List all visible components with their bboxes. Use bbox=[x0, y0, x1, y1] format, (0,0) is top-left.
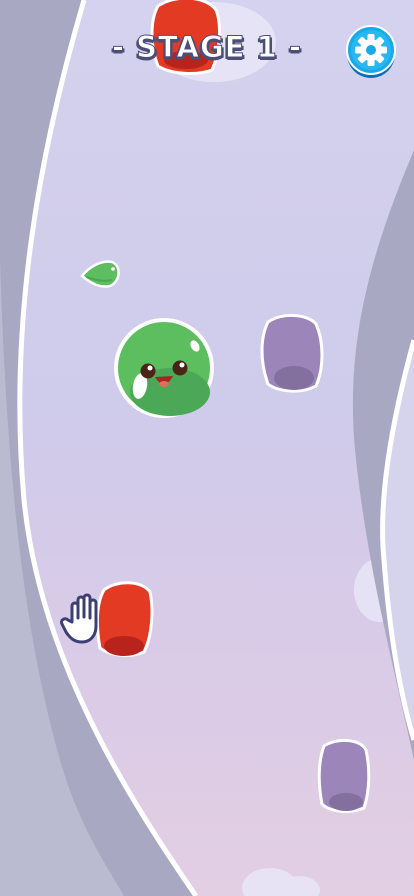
hand-pointer-icon bbox=[58, 592, 110, 646]
purple-block-lower[interactable] bbox=[317, 739, 371, 813]
purple-block-upper[interactable] bbox=[260, 314, 324, 393]
green-slime-player[interactable] bbox=[114, 318, 214, 418]
game-scene bbox=[0, 0, 414, 896]
settings-button[interactable] bbox=[345, 24, 397, 80]
green-slime-drop[interactable] bbox=[80, 260, 120, 288]
gear-icon bbox=[346, 25, 396, 78]
